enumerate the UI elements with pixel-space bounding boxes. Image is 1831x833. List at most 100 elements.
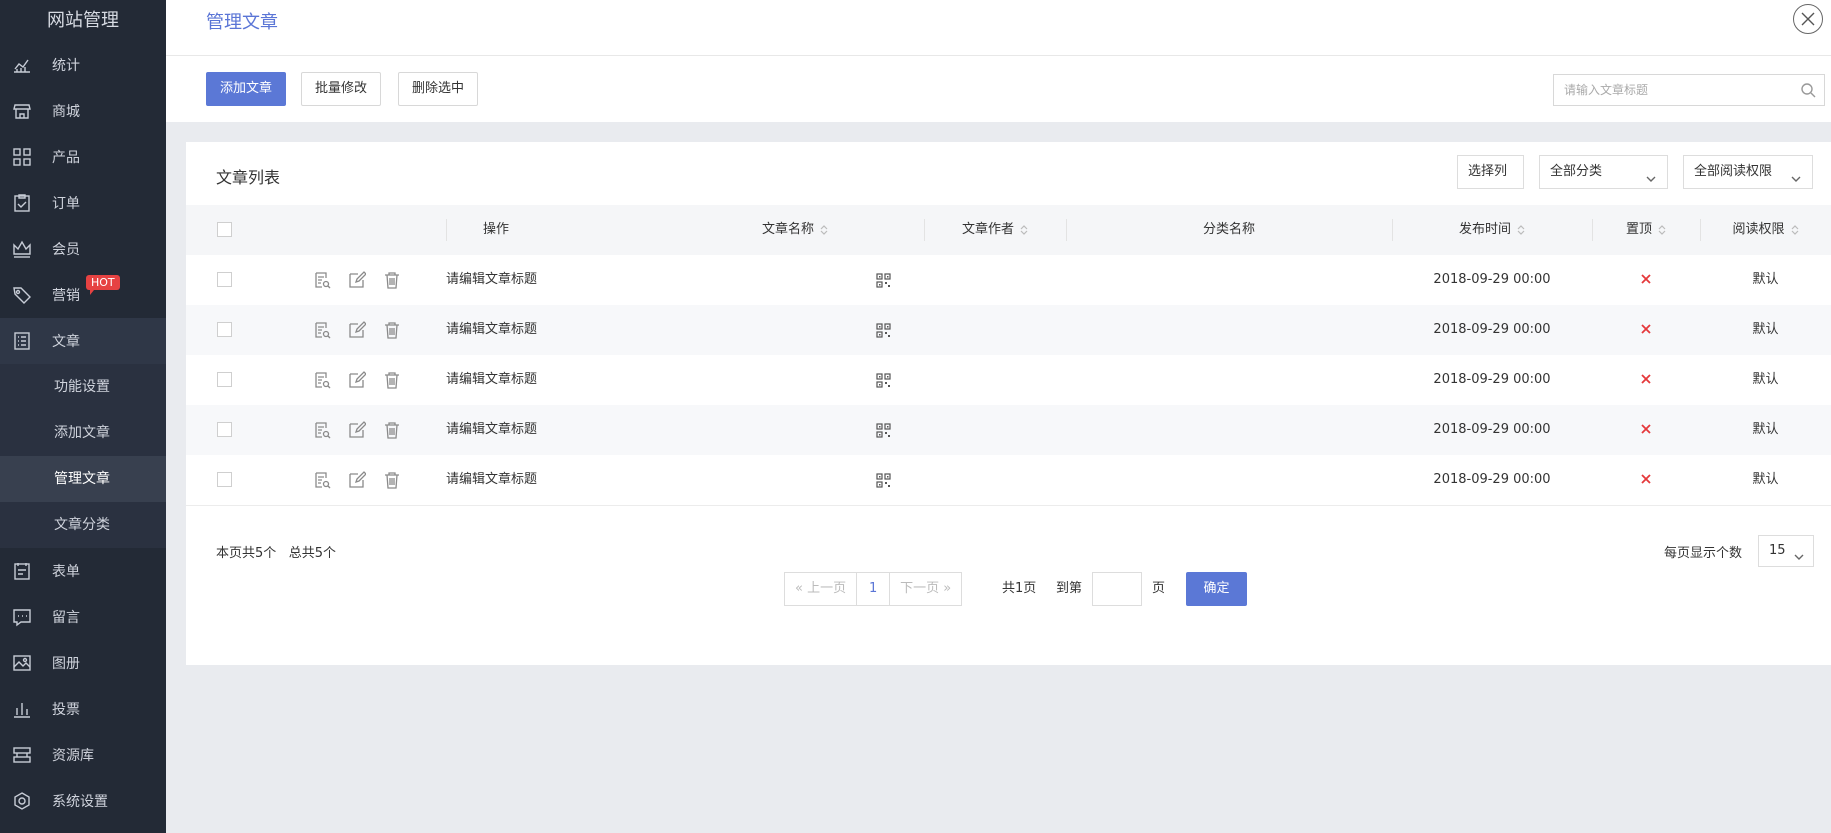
next-page-button[interactable]: 下一页 » [889,572,963,606]
page-number-button[interactable]: 1 [856,572,891,606]
sidebar-item-orders[interactable]: 订单 [0,180,166,226]
edit-icon[interactable] [348,471,367,489]
per-page-select[interactable]: 15 [1758,535,1814,567]
sidebar-item-label: 资源库 [52,748,94,764]
prev-page-button[interactable]: « 上一页 [784,572,858,606]
category-filter-select[interactable]: 全部分类 [1539,155,1668,189]
publish-time: 2018-09-29 00:00 [1433,372,1551,387]
not-pinned-icon[interactable] [1639,272,1653,286]
delete-icon[interactable] [383,321,401,339]
select-all-checkbox[interactable] [217,222,232,237]
permission-filter-select[interactable]: 全部阅读权限 [1683,155,1813,189]
sidebar-subitem-manage-articles[interactable]: 管理文章 [0,456,166,502]
page-title: 管理文章 [206,12,278,33]
sidebar-subitem-settings[interactable]: 功能设置 [0,364,166,410]
row-checkbox[interactable] [217,272,232,287]
search-icon[interactable] [1800,82,1816,98]
per-page-label: 每页显示个数 [1664,546,1743,561]
search-input[interactable] [1554,75,1784,105]
qr-code-icon[interactable] [876,423,891,438]
sidebar-item-forms[interactable]: 表单 [0,548,166,594]
delete-selected-button[interactable]: 删除选中 [398,72,479,106]
article-name[interactable]: 请编辑文章标题 [446,305,537,355]
qr-code-icon[interactable] [876,273,891,288]
qr-code-icon[interactable] [876,473,891,488]
sort-icon[interactable] [820,224,828,236]
article-name[interactable]: 请编辑文章标题 [446,355,537,405]
delete-icon[interactable] [383,421,401,439]
publish-time: 2018-09-29 00:00 [1433,422,1551,437]
article-name[interactable]: 请编辑文章标题 [446,405,537,455]
sort-icon[interactable] [1020,224,1028,236]
sidebar-item-stats[interactable]: 统计 [0,42,166,88]
row-checkbox[interactable] [217,372,232,387]
not-pinned-icon[interactable] [1639,372,1653,386]
sidebar-item-label: 营销 [52,288,80,304]
sidebar-item-gallery[interactable]: 图册 [0,640,166,686]
chevron-down-icon [1790,166,1802,182]
column-label: 阅读权限 [1732,222,1785,237]
row-checkbox[interactable] [217,422,232,437]
sidebar-subitem-add-article[interactable]: 添加文章 [0,410,166,456]
sidebar-item-resources[interactable]: 资源库 [0,732,166,778]
edit-icon[interactable] [348,271,367,289]
preview-icon[interactable] [313,271,331,289]
sidebar-brand: 网站管理 [47,10,119,31]
column-header-name[interactable]: 文章名称 [446,205,924,255]
column-label: 文章作者 [961,222,1014,237]
batch-edit-button[interactable]: 批量修改 [301,72,382,106]
column-header-permission[interactable]: 阅读权限 [1700,205,1831,255]
publish-time: 2018-09-29 00:00 [1433,272,1551,287]
not-pinned-icon[interactable] [1639,472,1653,486]
preview-icon[interactable] [313,321,331,339]
qr-code-icon[interactable] [876,373,891,388]
column-label: 置顶 [1625,222,1652,237]
delete-icon[interactable] [383,271,401,289]
article-name[interactable]: 请编辑文章标题 [446,455,537,505]
edit-icon[interactable] [348,371,367,389]
edit-icon[interactable] [348,321,367,339]
column-header-pinned[interactable]: 置顶 [1592,205,1700,255]
sidebar-item-messages[interactable]: 留言 [0,594,166,640]
sidebar-item-label: 产品 [52,150,80,166]
delete-icon[interactable] [383,471,401,489]
column-header-publish-time[interactable]: 发布时间 [1392,205,1592,255]
preview-icon[interactable] [313,421,331,439]
sidebar-item-voting[interactable]: 投票 [0,686,166,732]
sort-icon[interactable] [1791,224,1799,236]
sidebar-item-label: 投票 [52,702,80,718]
delete-icon[interactable] [383,371,401,389]
sidebar-item-store[interactable]: 商城 [0,88,166,134]
not-pinned-icon[interactable] [1639,422,1653,436]
not-pinned-icon[interactable] [1639,322,1653,336]
sort-icon[interactable] [1517,224,1525,236]
goto-page-input[interactable] [1092,572,1142,606]
sort-icon[interactable] [1658,224,1666,236]
sidebar-item-products[interactable]: 产品 [0,134,166,180]
add-article-button[interactable]: 添加文章 [206,72,287,106]
sidebar-item-marketing[interactable]: 营销 HOT [0,272,166,318]
article-name[interactable]: 请编辑文章标题 [446,255,537,305]
sidebar-item-members[interactable]: 会员 [0,226,166,272]
category-filter-value: 全部分类 [1550,164,1603,179]
select-columns-button[interactable]: 选择列 [1457,155,1524,189]
qr-code-icon[interactable] [876,323,891,338]
page-info: 本页共5个 总共5个 [216,542,336,561]
page-unit-label: 页 [1152,581,1166,596]
close-button[interactable] [1793,4,1823,34]
sidebar-subitem-article-categories[interactable]: 文章分类 [0,502,166,548]
row-checkbox[interactable] [217,472,232,487]
row-checkbox[interactable] [217,322,232,337]
read-permission: 默认 [1752,372,1779,387]
sidebar-item-label: 文章 [52,334,80,350]
edit-icon[interactable] [348,421,367,439]
preview-icon[interactable] [313,471,331,489]
sidebar-item-system-settings[interactable]: 系统设置 [0,778,166,824]
preview-icon[interactable] [313,371,331,389]
document-list-icon [12,331,32,351]
column-header-category: 分类名称 [1066,205,1392,255]
article-category [1066,455,1392,505]
sidebar-item-articles[interactable]: 文章 [0,318,166,364]
confirm-button[interactable]: 确定 [1186,572,1247,606]
column-header-author[interactable]: 文章作者 [924,205,1066,255]
